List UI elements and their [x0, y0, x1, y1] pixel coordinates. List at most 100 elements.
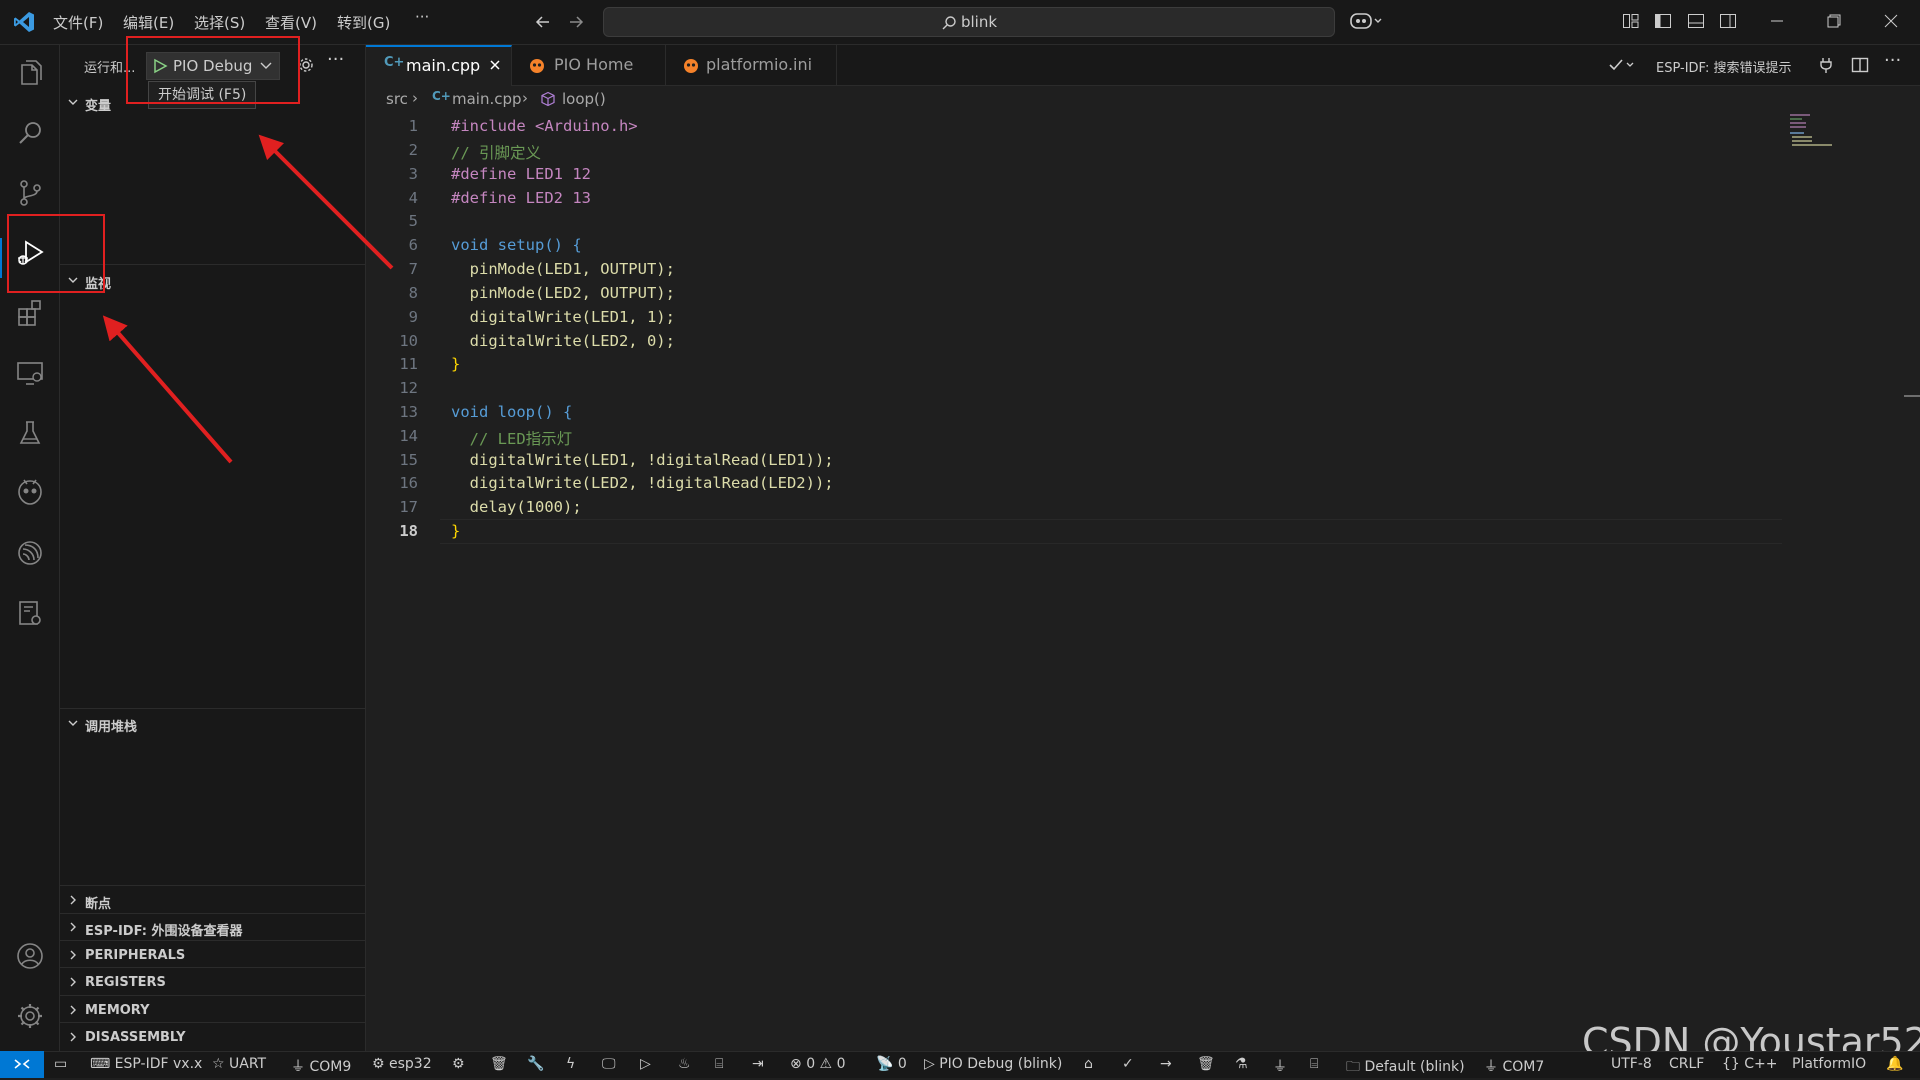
- section-callstack[interactable]: 调用堆栈: [60, 711, 365, 737]
- code-line: digitalWrite(LED1, 1);: [451, 308, 675, 326]
- ports-indicator[interactable]: 📡 0: [876, 1056, 907, 1072]
- breadcrumb-file[interactable]: main.cpp: [452, 90, 522, 108]
- espressif-icon[interactable]: [10, 533, 50, 573]
- pio-terminal-icon[interactable]: ⌸: [1310, 1056, 1318, 1072]
- code-line: delay(1000);: [451, 498, 582, 516]
- warnings-count: 0: [836, 1056, 846, 1072]
- customize-layout-icon[interactable]: [1622, 12, 1640, 30]
- section-registers[interactable]: REGISTERS: [60, 970, 365, 996]
- eol-indicator[interactable]: CRLF: [1669, 1056, 1704, 1072]
- encoding-indicator[interactable]: UTF-8: [1611, 1056, 1652, 1072]
- pio-upload-arrow-icon[interactable]: →: [1160, 1056, 1172, 1072]
- manage-gear-icon[interactable]: [10, 996, 50, 1036]
- close-tab-icon[interactable]: [488, 58, 502, 72]
- section-watch[interactable]: 监视: [60, 268, 365, 294]
- section-memory[interactable]: MEMORY: [60, 998, 365, 1024]
- uart-flash-method[interactable]: ☆ UART: [212, 1056, 266, 1072]
- plug-icon[interactable]: [1816, 55, 1836, 75]
- pio-clean-trash-icon[interactable]: 🗑: [1197, 1056, 1215, 1072]
- minimap[interactable]: [1788, 112, 1848, 152]
- esp-idf-search-error-hint[interactable]: ESP-IDF: 搜索错误提示: [1656, 57, 1792, 76]
- flash-lightning-icon[interactable]: ϟ: [566, 1056, 575, 1072]
- section-breakpoints[interactable]: 断点: [60, 888, 365, 914]
- tab-pio-home[interactable]: PIO Home: [512, 45, 666, 85]
- extensions-icon[interactable]: [10, 293, 50, 333]
- close-window-icon[interactable]: [1882, 12, 1900, 30]
- menu-view[interactable]: 查看(V): [265, 12, 317, 33]
- menu-edit[interactable]: 编辑(E): [123, 12, 174, 33]
- run-task-icon[interactable]: ⇥: [752, 1056, 764, 1072]
- testing-icon[interactable]: [10, 413, 50, 453]
- section-esp-idf-peripherals[interactable]: ESP-IDF: 外围设备查看器: [60, 915, 365, 941]
- section-registers-label: REGISTERS: [85, 975, 166, 990]
- toggle-secondary-sidebar-icon[interactable]: [1719, 12, 1737, 30]
- monitor-icon[interactable]: 🖵: [602, 1056, 616, 1072]
- pio-port[interactable]: ⏚ COM7: [1484, 1056, 1544, 1076]
- menu-file[interactable]: 文件(F): [53, 12, 103, 33]
- current-line-highlight: [440, 519, 1782, 544]
- pio-home-icon[interactable]: ⌂: [1084, 1056, 1093, 1072]
- minimize-icon[interactable]: [1768, 12, 1786, 30]
- debug-config-status[interactable]: ▷ PIO Debug (blink): [924, 1056, 1062, 1072]
- pio-env[interactable]: 🗀 Default (blink): [1346, 1056, 1465, 1080]
- menu-selection[interactable]: 选择(S): [194, 12, 245, 33]
- divider: [60, 940, 365, 941]
- line-number: 12: [399, 379, 418, 397]
- explorer-icon[interactable]: [10, 53, 50, 93]
- full-clean-trash-icon[interactable]: 🗑: [490, 1056, 508, 1072]
- debug-icon[interactable]: ▷: [640, 1056, 651, 1072]
- problems-indicator[interactable]: ⊗ 0 ⚠ 0: [790, 1056, 845, 1072]
- breadcrumb-symbol[interactable]: loop(): [562, 90, 606, 108]
- com-port[interactable]: ⏚ COM9: [291, 1056, 351, 1076]
- esp-idf-version[interactable]: ⌨ ESP-IDF vx.x: [90, 1056, 202, 1072]
- search-icon[interactable]: [10, 113, 50, 153]
- check-icon[interactable]: [1608, 57, 1636, 73]
- platformio-icon[interactable]: [10, 473, 50, 513]
- section-variables[interactable]: 变量: [60, 90, 365, 116]
- forward-arrow-icon[interactable]: [566, 12, 586, 32]
- tab-platformio-ini[interactable]: platformio.ini: [666, 45, 837, 85]
- pio-test-flask-icon[interactable]: ⚗: [1235, 1056, 1248, 1072]
- remote-explorer-icon[interactable]: [10, 353, 50, 393]
- tab-platformio-ini-label: platformio.ini: [706, 55, 813, 74]
- build-wrench-icon[interactable]: 🔧: [527, 1056, 544, 1072]
- toggle-primary-sidebar-icon[interactable]: [1654, 12, 1672, 30]
- vertical-scrollbar[interactable]: [1904, 45, 1920, 1051]
- code-line: #define LED2 13: [451, 189, 591, 207]
- pio-serial-monitor-plug-icon[interactable]: ⏚: [1273, 1056, 1287, 1076]
- pio-build-check-icon[interactable]: ✓: [1122, 1056, 1134, 1072]
- folder-icon[interactable]: ▭: [54, 1056, 67, 1072]
- platformio-status[interactable]: PlatformIO: [1792, 1056, 1866, 1072]
- section-disassembly[interactable]: DISASSEMBLY: [60, 1025, 365, 1051]
- toggle-panel-icon[interactable]: [1687, 12, 1705, 30]
- platformio-icon: [682, 56, 700, 74]
- build-flash-monitor-flame-icon[interactable]: ♨: [678, 1056, 691, 1072]
- breadcrumb-src[interactable]: src: [386, 90, 408, 108]
- restore-icon[interactable]: [1825, 12, 1843, 30]
- code-line: pinMode(LED1, OUTPUT);: [451, 260, 675, 278]
- editor-more-actions-icon[interactable]: ···: [1884, 50, 1901, 71]
- copilot-icon[interactable]: [1349, 10, 1385, 32]
- command-center-search[interactable]: blink: [603, 7, 1335, 37]
- source-control-icon[interactable]: [10, 173, 50, 213]
- back-arrow-icon[interactable]: [533, 12, 553, 32]
- section-callstack-label: 调用堆栈: [85, 720, 138, 735]
- accounts-icon[interactable]: [10, 936, 50, 976]
- tab-pio-home-label: PIO Home: [554, 55, 634, 74]
- menu-go[interactable]: 转到(G): [337, 12, 390, 33]
- language-mode[interactable]: {} C++: [1722, 1056, 1778, 1072]
- code-line: // 引脚定义: [451, 144, 541, 162]
- notifications-bell-icon[interactable]: 🔔: [1886, 1056, 1903, 1072]
- split-editor-icon[interactable]: [1850, 55, 1870, 75]
- idf-target[interactable]: ⚙ esp32: [372, 1056, 432, 1072]
- section-peripherals[interactable]: PERIPHERALS: [60, 943, 365, 969]
- device-settings-icon[interactable]: [10, 593, 50, 633]
- chevron-right-icon: [66, 975, 80, 989]
- sdk-config-gear-icon[interactable]: ⚙: [452, 1056, 465, 1072]
- menu-more[interactable]: ···: [415, 8, 429, 26]
- remote-indicator[interactable]: [0, 1051, 44, 1078]
- terminal-icon[interactable]: ⌸: [715, 1056, 723, 1072]
- tab-main-cpp[interactable]: C+ main.cpp: [366, 45, 512, 86]
- more-actions-icon[interactable]: ···: [327, 49, 344, 70]
- pio-env-label: Default (blink): [1364, 1059, 1465, 1075]
